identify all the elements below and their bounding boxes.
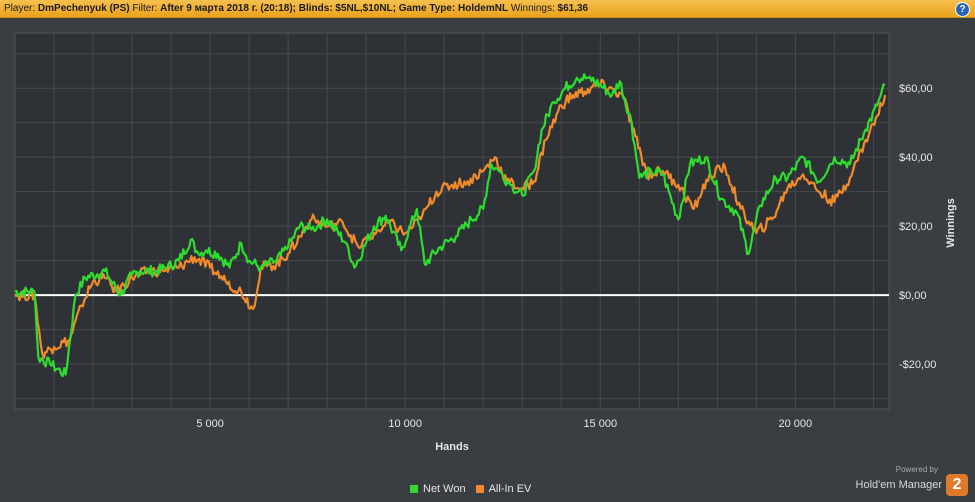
filter-label: Filter: bbox=[132, 3, 158, 14]
powered-by-text: Powered by bbox=[895, 465, 938, 474]
y-axis-ticks: -$20,00 $0,00 $20,00 $40,00 $60,00 bbox=[899, 83, 936, 371]
x-axis-label: Hands bbox=[435, 441, 469, 453]
x-tick-label: 20 000 bbox=[779, 418, 813, 430]
header-text: Player: DmPechenyuk (PS) Filter: After 9… bbox=[4, 3, 588, 15]
x-axis-ticks: 5 000 10 000 15 000 20 000 bbox=[196, 418, 812, 430]
player-label: Player: bbox=[4, 3, 36, 14]
x-tick-label: 5 000 bbox=[196, 418, 224, 430]
product-name: Hold'em Manager bbox=[855, 479, 942, 491]
player-value: DmPechenyuk (PS) bbox=[37, 3, 130, 14]
branding: Powered by Hold'em Manager 2 bbox=[856, 465, 968, 496]
plot-area bbox=[14, 32, 890, 410]
header-bar: Player: DmPechenyuk (PS) Filter: After 9… bbox=[0, 0, 975, 18]
all-in-ev-swatch bbox=[475, 485, 484, 493]
winnings-chart: 5 000 10 000 15 000 20 000 -$20,00 $0,00 $20,… bbox=[14, 32, 957, 453]
y-tick-label: -$20,00 bbox=[899, 359, 936, 371]
help-icon[interactable]: ? bbox=[955, 2, 970, 17]
winnings-label: Winnings: bbox=[510, 3, 555, 14]
filter-value: After 9 марта 2018 г. (20:18); Blinds: $… bbox=[160, 3, 509, 14]
legend-item-net-won[interactable]: Net Won bbox=[410, 483, 466, 495]
net-won-swatch bbox=[410, 485, 418, 493]
y-axis-label: Winnings bbox=[945, 198, 957, 247]
version-badge-icon: 2 bbox=[946, 474, 968, 496]
y-tick-label: $60,00 bbox=[899, 83, 933, 95]
legend-label-net-won: Net Won bbox=[423, 483, 466, 495]
legend: Net Won All-In EV bbox=[410, 483, 531, 495]
x-tick-label: 10 000 bbox=[388, 418, 422, 430]
winnings-value: $61,36 bbox=[557, 3, 589, 14]
y-tick-label: $0,00 bbox=[899, 290, 927, 302]
legend-label-all-in-ev: All-In EV bbox=[488, 483, 532, 495]
legend-item-all-in-ev[interactable]: All-In EV bbox=[475, 483, 532, 495]
y-tick-label: $40,00 bbox=[899, 152, 933, 164]
y-tick-label: $20,00 bbox=[899, 221, 933, 233]
x-tick-label: 15 000 bbox=[583, 418, 617, 430]
